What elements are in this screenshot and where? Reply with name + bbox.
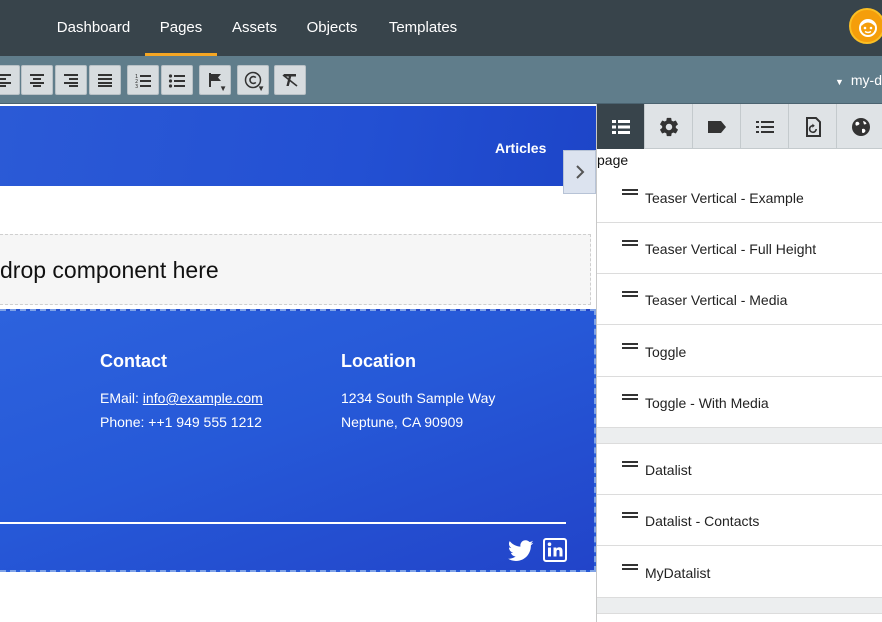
group-separator xyxy=(597,428,882,444)
linkedin-link[interactable] xyxy=(543,538,567,567)
component-label: Teaser Vertical - Media xyxy=(645,292,788,308)
footer-section: Contact EMail: info@example.com Phone: +… xyxy=(0,309,596,572)
svg-text:3: 3 xyxy=(135,84,138,88)
drag-handle-icon[interactable] xyxy=(622,240,638,246)
format-toolbar: 123 ▼ ▼ xyxy=(0,56,882,104)
drag-handle-icon[interactable] xyxy=(622,564,638,570)
twitter-icon xyxy=(507,540,534,561)
component-label: MyDatalist xyxy=(645,565,711,581)
component-item[interactable]: Datalist xyxy=(597,444,882,495)
align-center-icon xyxy=(30,74,44,87)
flag-dropdown-button[interactable]: ▼ xyxy=(199,65,231,95)
component-item[interactable]: MyDatalist xyxy=(597,547,882,598)
drag-handle-icon[interactable] xyxy=(622,461,638,467)
location-heading: Location xyxy=(341,351,416,371)
face-icon xyxy=(859,19,877,37)
component-label: Datalist xyxy=(645,462,692,478)
articles-nav-link[interactable]: Articles xyxy=(495,140,546,156)
component-item[interactable]: Toggle - With Media xyxy=(597,377,882,428)
gear-icon xyxy=(659,117,678,136)
tab-objects[interactable]: Objects xyxy=(302,0,362,56)
list-icon xyxy=(755,120,774,133)
tag-icon xyxy=(707,120,726,133)
drag-handle-icon[interactable] xyxy=(622,189,638,195)
chevron-down-icon: ▼ xyxy=(257,84,265,93)
ordered-list-icon: 123 xyxy=(135,74,151,88)
drag-handle-icon[interactable] xyxy=(622,291,638,297)
drag-handle-icon[interactable] xyxy=(622,343,638,349)
drag-handle-icon[interactable] xyxy=(622,512,638,518)
email-link[interactable]: info@example.com xyxy=(143,390,263,406)
clear-format-icon xyxy=(282,74,298,87)
group-separator xyxy=(597,598,882,614)
align-justify-icon xyxy=(98,74,112,87)
panel-tabs xyxy=(597,104,882,149)
site-selector-label: my-d xyxy=(850,72,882,88)
tab-tags[interactable] xyxy=(693,104,741,149)
align-left-button[interactable] xyxy=(0,65,20,95)
panel-breadcrumb: page xyxy=(597,152,629,168)
contact-heading: Contact xyxy=(100,351,167,371)
caret-down-icon: ▼ xyxy=(834,77,844,87)
component-item[interactable]: Teaser Vertical - Example xyxy=(597,172,882,223)
site-selector[interactable]: ▼ my-d xyxy=(835,56,882,104)
align-left-icon xyxy=(0,74,11,87)
address-line-2: Neptune, CA 90909 xyxy=(341,414,464,430)
component-item[interactable]: Toggle xyxy=(597,326,882,377)
linkedin-icon xyxy=(543,538,567,562)
chevron-down-icon: ▼ xyxy=(219,84,227,93)
contact-phone: Phone: ++1 949 555 1212 xyxy=(100,414,262,430)
bullet-list-icon xyxy=(168,74,185,88)
page-editor: Articles drop component here Contact EMa… xyxy=(0,104,596,622)
component-label: Datalist - Contacts xyxy=(645,513,760,529)
list-grid-icon xyxy=(611,119,630,134)
align-justify-button[interactable] xyxy=(89,65,121,95)
tab-versions[interactable] xyxy=(789,104,837,149)
tab-templates[interactable]: Templates xyxy=(382,0,464,56)
tab-assets[interactable]: Assets xyxy=(226,0,283,56)
panel-collapse-button[interactable] xyxy=(563,150,596,194)
component-label: Teaser Vertical - Example xyxy=(645,190,804,206)
tab-dashboard[interactable]: Dashboard xyxy=(52,0,135,56)
align-center-button[interactable] xyxy=(21,65,53,95)
component-label: Toggle - With Media xyxy=(645,395,769,411)
component-dropzone[interactable]: drop component here xyxy=(0,234,591,305)
component-item[interactable]: Datalist - Contacts xyxy=(597,495,882,546)
component-item[interactable]: Teaser Vertical - Full Height xyxy=(597,223,882,274)
align-right-button[interactable] xyxy=(55,65,87,95)
component-label: Teaser Vertical - Full Height xyxy=(645,241,817,257)
ordered-list-button[interactable]: 123 xyxy=(127,65,159,95)
component-label: Toggle xyxy=(645,344,687,360)
contact-email: EMail: info@example.com xyxy=(100,386,263,410)
restore-document-icon xyxy=(805,116,821,137)
globe-icon xyxy=(851,117,870,136)
align-right-icon xyxy=(64,74,78,87)
dropzone-label: drop component here xyxy=(0,257,219,283)
top-nav: Dashboard Pages Assets Objects Templates xyxy=(0,0,882,56)
component-item[interactable]: Teaser Vertical - Media xyxy=(597,274,882,325)
tab-list[interactable] xyxy=(741,104,789,149)
bullet-list-button[interactable] xyxy=(161,65,193,95)
tab-globe[interactable] xyxy=(837,104,882,149)
hero-banner: Articles xyxy=(0,106,596,186)
drag-handle-icon[interactable] xyxy=(622,394,638,400)
components-panel: page Teaser Vertical - Example Teaser Ve… xyxy=(596,104,882,622)
twitter-link[interactable] xyxy=(507,540,534,567)
user-avatar[interactable] xyxy=(849,8,882,44)
tab-settings[interactable] xyxy=(645,104,693,149)
chevron-right-icon xyxy=(575,165,584,179)
tab-pages[interactable]: Pages xyxy=(145,0,217,56)
copyright-dropdown-button[interactable]: ▼ xyxy=(237,65,269,95)
email-prefix: EMail: xyxy=(100,390,143,406)
address-line-1: 1234 South Sample Way xyxy=(341,390,496,406)
tab-components[interactable] xyxy=(597,104,645,149)
footer-divider xyxy=(0,522,566,524)
clear-format-button[interactable] xyxy=(274,65,306,95)
